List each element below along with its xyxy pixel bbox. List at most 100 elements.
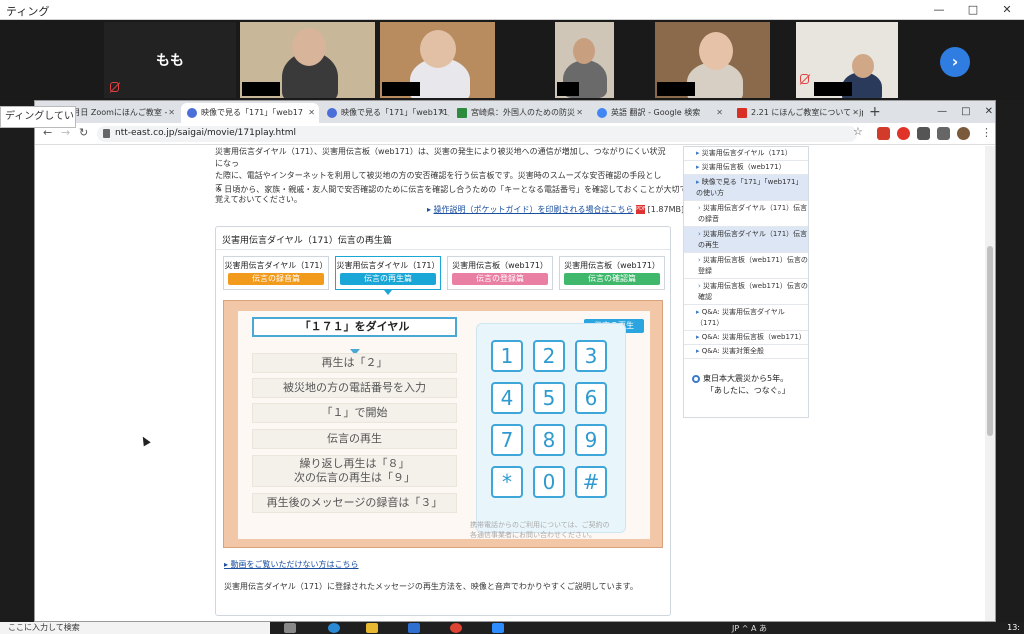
participant-video-3[interactable] [555,22,614,98]
note-line: 携帯電話からのご利用については、ご契約の [470,521,610,529]
segment-recording[interactable]: 災害用伝言ダイヤル（171） 伝言の録音篇 [223,256,329,290]
segment-label: 災害用伝言ダイヤル（171） [224,261,328,270]
menu-dots-icon[interactable]: ⋮ [981,126,992,139]
close-button[interactable]: ✕ [990,0,1024,20]
tab-label: (3)月日 Zoomにほんご教室 - [61,108,168,117]
extension-icon[interactable] [877,127,890,140]
edge-icon[interactable] [328,623,340,633]
file-explorer-icon[interactable] [366,623,378,633]
zoom-app-icon[interactable] [492,623,504,633]
new-tab-button[interactable]: + [869,103,881,121]
tab-171-video[interactable]: 映像で見る「171」「web171」の ✕ [321,103,449,123]
earthquake-banner-link[interactable]: 東日本大震災から5年。 「あしたに、つなぐ。」 [684,373,808,397]
chrome-icon[interactable] [450,623,462,633]
tab-label: 宮崎県：外国人のための防災 [471,108,575,117]
tab-miyazaki[interactable]: 宮崎県：外国人のための防災 ✕ [451,103,587,123]
sidebar-item-label: 災害用伝言板（web171） [701,163,786,171]
mail-icon[interactable] [408,623,420,633]
bookmark-star-icon[interactable]: ☆ [853,125,863,138]
tab-close-icon[interactable]: ✕ [576,103,583,123]
close-button[interactable]: ✕ [985,103,993,121]
person-face [852,54,874,78]
reload-button[interactable]: ↻ [79,126,88,139]
pdf-guide-link[interactable]: ▸ 操作説明（ポケットガイド）を印刷される場合はこちら PDF [1.87MB] [427,204,684,215]
segment-pill: 伝言の再生篇 [340,273,436,285]
tab-close-icon[interactable]: ✕ [852,103,859,123]
segment-confirm[interactable]: 災害用伝言板（web171） 伝言の確認篇 [559,256,665,290]
key-0: 0 [533,466,565,498]
tab-google-translate[interactable]: 英語 翻訳 - Google 検索 ✕ [591,103,727,123]
participant-video-5[interactable] [796,22,898,98]
system-tray[interactable]: JP ^ A あ [732,623,767,634]
address-bar: ← → ↻ ntt-east.co.jp/saigai/movie/171pla… [35,123,995,145]
panel-title: 災害用伝言ダイヤル（171）伝言の再生篇 [222,236,392,246]
sidebar-item-171-record[interactable]: › 災害用伝言ダイヤル（171）伝言の録音 [684,201,808,227]
page-scrollbar[interactable] [985,146,995,621]
intro-paragraph: 災害用伝言ダイヤル（171）、災害用伝言板（web171）は、災害の発生により被… [215,146,667,206]
sidebar-item-web171-register[interactable]: › 災害用伝言板（web171）伝言の登録 [684,253,808,279]
sidebar-item-video-howto[interactable]: ▸ 映像で見る「171」「web171」の使い方 [684,175,808,201]
participant-video-4[interactable] [655,22,770,98]
minimize-button[interactable]: — [922,0,956,20]
key-6: 6 [575,382,607,414]
clock[interactable]: 13: [1007,623,1020,632]
segment-label: 災害用伝言板（web171） [452,261,548,270]
step-playback: 伝言の再生 [252,429,457,449]
url-field[interactable]: ntt-east.co.jp/saigai/movie/171play.html [97,126,857,142]
person-face [699,32,733,70]
sidebar-item-171-play[interactable]: › 災害用伝言ダイヤル（171）伝言の再生 [684,227,808,253]
segment-register[interactable]: 災害用伝言板（web171） 伝言の登録篇 [447,256,553,290]
video-description: 災害用伝言ダイヤル（171）に登録されたメッセージの再生方法を、映像と音声でわか… [224,582,638,591]
profile-avatar-icon[interactable] [957,127,970,140]
step-play-2: 再生は「２」 [252,353,457,373]
tab-gmail[interactable]: 2.21 にほんご教室について - jp ✕ [731,103,863,123]
sidebar-item-qa-171[interactable]: ▸ Q&A: 災害用伝言ダイヤル（171） [684,305,808,331]
sidebar-item-label: 災害用伝言板（web171）伝言の確認 [698,282,808,301]
video-link-text[interactable]: 動画をご覧いただけない方はこちら [231,560,359,569]
pdf-link-text[interactable]: 操作説明（ポケットガイド）を印刷される場合はこちら [434,205,634,214]
maximize-button[interactable]: □ [961,103,970,121]
video-player[interactable]: 伝言の再生 「１７１」をダイヤル 再生は「２」 被災地の方の電話番号を入力 「１… [223,300,663,548]
tab-close-icon[interactable]: ✕ [716,103,723,123]
intro-line: 災害用伝言ダイヤル（171）、災害用伝言板（web171）は、災害の発生により被… [215,147,666,168]
mic-muted-icon [800,74,809,84]
tab-close-icon[interactable]: ✕ [308,103,315,123]
tab-171-video-active[interactable]: 映像で見る「171」「web17 ✕ [181,103,319,123]
task-view-icon[interactable] [284,623,296,633]
participant-video-1[interactable] [240,22,375,98]
sidebar-item-web171[interactable]: ▸ 災害用伝言板（web171） [684,161,808,175]
sidebar-item-171[interactable]: ▸ 災害用伝言ダイヤル（171） [684,147,808,161]
mic-muted-icon [110,82,119,92]
taskbar-search-input[interactable]: ここに入力して検索 [0,622,270,634]
extension-icon[interactable] [897,127,910,140]
participant-tile-momo[interactable]: もも [104,22,236,98]
pdf-icon: PDF [636,205,646,214]
video-unavailable-link[interactable]: ▸ 動画をご覧いただけない方はこちら [224,559,359,570]
tab-close-icon[interactable]: ✕ [438,103,445,123]
reading-list-icon[interactable] [937,127,950,140]
minimize-button[interactable]: — [937,103,947,121]
banner-line: 東日本大震災から5年。 [703,374,789,383]
sidebar-item-label: 災害用伝言ダイヤル（171） [701,149,792,157]
puzzle-icon[interactable] [917,127,930,140]
key-8: 8 [533,424,565,456]
sidebar-item-qa-general[interactable]: ▸ Q&A: 災害対策全般 [684,345,808,359]
person-face [420,30,456,68]
sidebar-item-qa-web171[interactable]: ▸ Q&A: 災害用伝言板（web171） [684,331,808,345]
tab-favicon-icon [327,108,337,118]
divider [216,249,670,250]
key-4: 4 [491,382,523,414]
circle-bullet-icon [692,374,700,383]
maximize-button[interactable]: □ [956,0,990,20]
url-text: ntt-east.co.jp/saigai/movie/171play.html [115,128,296,138]
sidebar-item-web171-confirm[interactable]: › 災害用伝言板（web171）伝言の確認 [684,279,808,305]
participant-video-2[interactable] [380,22,495,98]
step-line: 次の伝言の再生は「９」 [294,471,415,484]
tab-close-icon[interactable]: ✕ [168,103,175,123]
scrollbar-thumb[interactable] [987,246,993,436]
segment-playback[interactable]: 災害用伝言ダイヤル（171） 伝言の再生篇 [335,256,441,290]
tab-favicon-icon [737,108,747,118]
sidebar-item-label: Q&A: 災害対策全般 [701,347,764,355]
next-page-button[interactable]: › [940,47,970,77]
active-segment-caret-icon [384,290,392,295]
